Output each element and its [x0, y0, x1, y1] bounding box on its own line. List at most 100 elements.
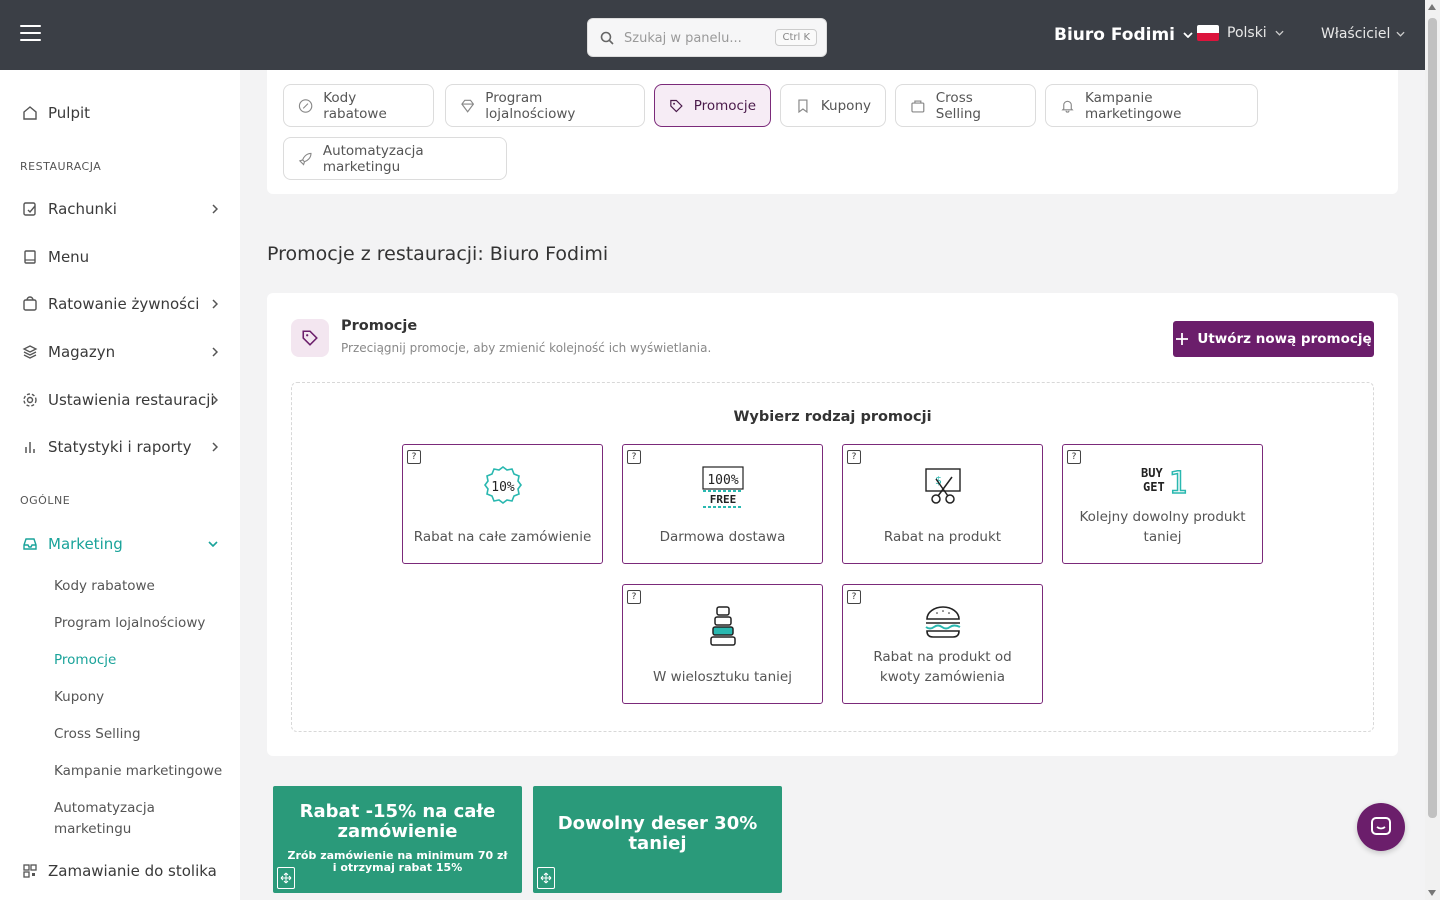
- promo-type-free-delivery[interactable]: ? 100% FREE Darmowa dostawa: [622, 444, 823, 564]
- sidebar-item-dashboard[interactable]: Pulpit: [22, 104, 220, 122]
- promo-card-description: Zrób zamówienie na minimum 70 zł i otrzy…: [287, 849, 508, 874]
- search-input[interactable]: [624, 28, 764, 48]
- sidebar-item-warehouse[interactable]: Magazyn: [22, 343, 220, 361]
- sidebar-subitem-coupons[interactable]: Kupony: [54, 687, 104, 708]
- chat-support-button[interactable]: [1357, 803, 1405, 851]
- sidebar-item-label: Zamawianie do stolika: [48, 862, 217, 880]
- sidebar-section-restaurant: RESTAURACJA: [20, 160, 102, 173]
- user-role-label: Właściciel: [1321, 26, 1391, 42]
- scroll-up-arrow-icon[interactable]: [1428, 4, 1436, 10]
- tag-icon: [291, 319, 329, 357]
- layers-icon: [22, 345, 38, 359]
- sidebar-item-stats[interactable]: Statystyki i raporty: [22, 438, 220, 456]
- sidebar-item-bills[interactable]: Rachunki: [22, 200, 220, 218]
- promo-type-label: Kolejny dowolny produkt taniej: [1079, 509, 1246, 545]
- edit-icon: [23, 202, 36, 216]
- promo-type-label: Rabat na całe zamówienie: [413, 529, 592, 545]
- chevron-right-icon: [212, 442, 218, 452]
- free-delivery-icon: 100% FREE: [623, 465, 822, 509]
- promo-type-order-discount[interactable]: ? 10% Rabat na całe zamówienie: [402, 444, 603, 564]
- drag-handle-icon[interactable]: [537, 867, 555, 889]
- get-icon-text: GET: [1143, 480, 1165, 494]
- chevron-right-icon: [212, 299, 218, 309]
- create-promotion-button[interactable]: Utwórz nową promocję: [1173, 321, 1374, 357]
- restaurant-selector[interactable]: Biuro Fodimi: [1054, 25, 1193, 45]
- promo-type-next-product-cheaper[interactable]: ? BUY GET 1 Kolejny dowolny produkt taniej: [1062, 444, 1263, 564]
- bag-icon: [23, 296, 37, 311]
- help-icon[interactable]: ?: [627, 590, 641, 604]
- page-scrollbar[interactable]: [1425, 0, 1440, 900]
- drag-handle-icon[interactable]: [277, 867, 295, 889]
- tab-discount-codes[interactable]: Kody rabatowe: [283, 84, 434, 127]
- promo-type-label: Darmowa dostawa: [659, 529, 786, 545]
- scissors-price-icon: $: [843, 465, 1042, 507]
- chevron-down-icon: [1183, 32, 1193, 38]
- picker-title: Wybierz rodzaj promocji: [733, 409, 932, 425]
- search-shortcut-badge: Ctrl K: [775, 29, 817, 46]
- sidebar-section-general: OGÓLNE: [20, 494, 71, 507]
- free-icon-top-text: 100%: [707, 473, 738, 488]
- promotions-card: Promocje Przeciągnij promocje, aby zmien…: [267, 293, 1398, 756]
- sidebar-item-table-ordering[interactable]: Zamawianie do stolika: [22, 862, 220, 880]
- chevron-down-icon: [1396, 31, 1405, 37]
- tab-cross-selling[interactable]: Cross Selling: [895, 84, 1036, 127]
- help-icon[interactable]: ?: [1067, 450, 1081, 464]
- tab-loyalty-program[interactable]: Program lojalnościowy: [445, 84, 645, 127]
- chat-icon: [1371, 817, 1391, 835]
- sidebar-item-label: Marketing: [48, 535, 123, 553]
- tab-automation[interactable]: Automatyzacja marketingu: [283, 137, 507, 180]
- promotion-type-picker: Wybierz rodzaj promocji ? 10% Rabat na c…: [291, 382, 1374, 732]
- scroll-down-arrow-icon[interactable]: [1428, 890, 1436, 896]
- help-icon[interactable]: ?: [847, 590, 861, 604]
- sidebar-subitem-campaigns[interactable]: Kampanie marketingowe: [54, 761, 222, 782]
- stacked-boxes-icon: [623, 605, 822, 647]
- percent-badge-icon: [298, 98, 313, 113]
- sidebar-item-marketing[interactable]: Marketing: [22, 535, 220, 553]
- promo-type-multipack[interactable]: ? W wielosztuku taniej: [622, 584, 823, 704]
- promo-type-label: Rabat na produkt od kwoty zamówienia: [873, 649, 1012, 685]
- promo-card[interactable]: Rabat -15% na całe zamówienie Zrób zamów…: [273, 786, 522, 893]
- tab-coupons[interactable]: Kupony: [780, 84, 886, 127]
- hamburger-menu-icon[interactable]: [20, 25, 41, 43]
- percent-icon-text: 10%: [491, 480, 515, 495]
- sidebar: Pulpit RESTAURACJA Rachunki Menu Ratowan…: [0, 70, 240, 900]
- book-icon: [24, 250, 36, 264]
- tag-icon: [670, 99, 683, 112]
- sidebar-item-label: Magazyn: [48, 343, 116, 361]
- sidebar-subitem-discount-codes[interactable]: Kody rabatowe: [54, 576, 155, 597]
- help-icon[interactable]: ?: [407, 450, 421, 464]
- sidebar-item-food-rescue[interactable]: Ratowanie żywności: [22, 295, 220, 313]
- promo-card-title: Rabat -15% na całe zamówienie: [299, 801, 496, 842]
- sidebar-subitem-promotions[interactable]: Promocje: [54, 650, 116, 671]
- user-role-selector[interactable]: Właściciel: [1321, 26, 1405, 42]
- search-box[interactable]: Ctrl K: [587, 18, 827, 57]
- sidebar-item-label: Rachunki: [48, 200, 117, 218]
- sidebar-item-label: Ratowanie żywności: [48, 295, 200, 313]
- chevron-right-icon: [212, 395, 218, 405]
- sidebar-item-settings[interactable]: Ustawienia restauracji: [22, 391, 220, 409]
- language-selector[interactable]: Polski: [1197, 25, 1284, 41]
- promo-type-product-discount-from-amount[interactable]: ? Rabat na produkt od kwoty zamówienia: [842, 584, 1043, 704]
- tab-label: Automatyzacja marketingu: [322, 142, 424, 175]
- top-bar: Ctrl K Biuro Fodimi Polski Właściciel: [0, 0, 1425, 70]
- sidebar-item-menu[interactable]: Menu: [22, 248, 220, 266]
- help-icon[interactable]: ?: [847, 450, 861, 464]
- card-title: Promocje: [341, 318, 418, 334]
- scrollbar-thumb[interactable]: [1428, 18, 1437, 818]
- sidebar-subitem-cross-selling[interactable]: Cross Selling: [54, 724, 141, 745]
- sidebar-subitem-loyalty[interactable]: Program lojalnościowy: [54, 613, 205, 634]
- chevron-down-icon: [208, 541, 218, 547]
- marketing-tabs-card: Kody rabatowe Program lojalnościowy Prom…: [267, 70, 1398, 194]
- promo-type-product-discount[interactable]: ? $ Rabat na produkt: [842, 444, 1043, 564]
- help-icon[interactable]: ?: [627, 450, 641, 464]
- qr-code-icon: [23, 864, 37, 878]
- promo-card[interactable]: Dowolny deser 30% taniej: [533, 786, 782, 893]
- buy-get-one-icon: BUY GET 1: [1063, 463, 1262, 497]
- tab-promotions[interactable]: Promocje: [654, 84, 771, 127]
- tab-campaigns[interactable]: Kampanie marketingowe: [1045, 84, 1258, 127]
- poland-flag-icon: [1197, 25, 1219, 41]
- promo-type-label: W wielosztuku taniej: [653, 669, 792, 685]
- bookmark-icon: [798, 98, 808, 113]
- search-icon: [600, 31, 614, 45]
- sidebar-subitem-automation[interactable]: Automatyzacja marketingu: [54, 798, 174, 840]
